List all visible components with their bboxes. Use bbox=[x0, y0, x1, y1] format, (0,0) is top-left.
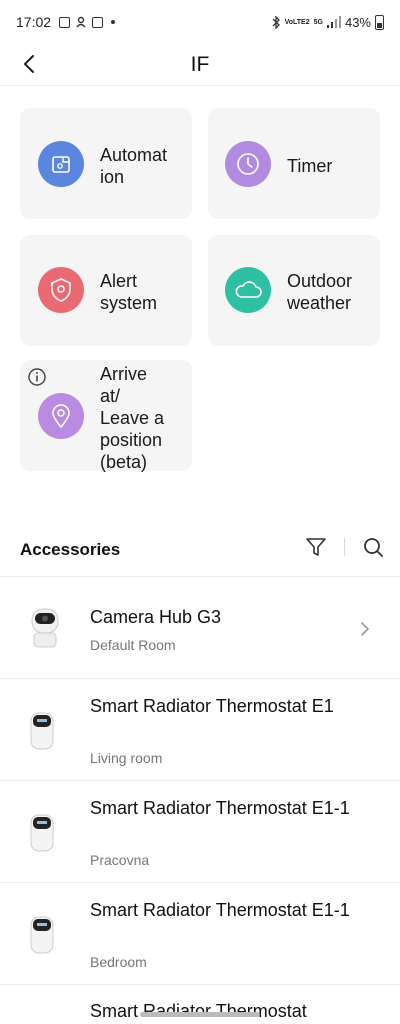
accessory-name: Smart Radiator Thermostat bbox=[90, 1001, 307, 1021]
accessory-row-thermostat-living[interactable]: Smart Radiator Thermostat E1 Living room bbox=[0, 678, 400, 780]
outdoor-weather-label: Outdoor weather bbox=[287, 271, 353, 313]
shield-icon bbox=[38, 267, 84, 313]
thermostat-device-icon bbox=[30, 712, 54, 750]
accessory-room: Living room bbox=[90, 750, 163, 766]
automation-icon bbox=[38, 141, 84, 187]
outdoor-weather-card[interactable]: Outdoor weather bbox=[208, 235, 380, 346]
accessory-name: Smart Radiator Thermostat E1-1 bbox=[90, 798, 350, 818]
automation-label: Automat ion bbox=[100, 145, 168, 187]
battery-icon bbox=[375, 14, 384, 30]
accessory-room: Default Room bbox=[90, 637, 176, 653]
accessory-name: Smart Radiator Thermostat E1-1 bbox=[90, 900, 350, 920]
timer-label: Timer bbox=[287, 156, 333, 176]
accessory-room: Bedroom bbox=[90, 954, 147, 970]
system-icons: VoLTE2 5G 43% bbox=[272, 14, 384, 30]
status-bar: 17:02 VoLTE2 5G 43% bbox=[0, 0, 400, 44]
page-title: IF bbox=[190, 52, 210, 76]
thermostat-device-icon bbox=[30, 916, 54, 954]
accessories-title: Accessories bbox=[20, 540, 121, 559]
clock-icon bbox=[225, 141, 271, 187]
divider bbox=[344, 538, 345, 556]
camera-device-icon bbox=[31, 608, 59, 648]
volte-indicator: VoLTE2 bbox=[284, 18, 310, 26]
bluetooth-icon bbox=[272, 15, 280, 29]
accessory-row-thermostat-partial[interactable]: Smart Radiator Thermostat bbox=[0, 984, 400, 1024]
location-label: Arrive at/ Leave a position (beta) bbox=[100, 364, 165, 472]
signal-icon bbox=[326, 16, 341, 28]
top-app-bar: IF bbox=[0, 44, 400, 86]
alert-system-card[interactable]: Alert system bbox=[20, 235, 192, 346]
chevron-right-icon[interactable] bbox=[358, 622, 372, 636]
search-icon[interactable] bbox=[362, 536, 384, 558]
message-notification-icon bbox=[92, 16, 104, 28]
timer-card[interactable]: Timer bbox=[208, 108, 380, 219]
gallery-notification-icon bbox=[59, 16, 71, 28]
app-notification-icon bbox=[76, 16, 86, 28]
location-card[interactable]: Arrive at/ Leave a position (beta) bbox=[20, 360, 192, 472]
filter-icon[interactable] bbox=[305, 536, 327, 558]
home-indicator[interactable] bbox=[140, 1012, 260, 1017]
accessory-row-thermostat-bedroom[interactable]: Smart Radiator Thermostat E1-1 Bedroom bbox=[0, 882, 400, 984]
alert-system-label: Alert system bbox=[100, 271, 158, 313]
accessory-room: Pracovna bbox=[90, 852, 150, 868]
more-notifications-icon bbox=[111, 20, 116, 24]
info-icon[interactable] bbox=[28, 368, 46, 386]
thermostat-device-icon bbox=[30, 814, 54, 852]
automation-card[interactable]: Automat ion bbox=[20, 108, 192, 219]
battery-percent: 43% bbox=[344, 14, 371, 30]
notification-icons bbox=[59, 16, 116, 28]
cloud-icon bbox=[225, 267, 271, 313]
accessory-row-camera-hub[interactable]: Camera Hub G3 Default Room bbox=[0, 576, 400, 678]
network-5g-indicator: 5G bbox=[313, 18, 323, 26]
back-arrow-icon[interactable] bbox=[18, 52, 42, 76]
accessory-name: Camera Hub G3 bbox=[90, 607, 222, 627]
accessory-name: Smart Radiator Thermostat E1 bbox=[90, 696, 334, 716]
accessories-header: Accessories bbox=[0, 532, 400, 568]
location-pin-icon bbox=[38, 393, 84, 439]
accessory-row-thermostat-pracovna[interactable]: Smart Radiator Thermostat E1-1 Pracovna bbox=[0, 780, 400, 882]
status-time: 17:02 bbox=[16, 14, 52, 30]
